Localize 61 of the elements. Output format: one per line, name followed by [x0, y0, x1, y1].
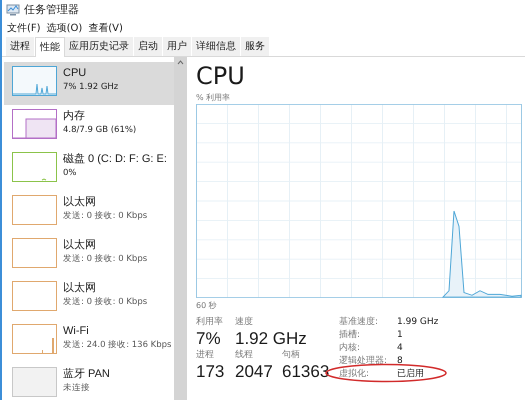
time-label: 60 秒 — [196, 300, 217, 312]
detail-label: 逻辑处理器: — [339, 355, 388, 368]
scroll-up-icon[interactable] — [177, 60, 184, 65]
app-icon — [6, 4, 20, 16]
sidebar-item[interactable]: 以太网 发送: 0 接收: 0 Kbps — [4, 191, 174, 234]
item-title: CPU — [63, 66, 86, 81]
stat-label: 线程 — [235, 349, 253, 361]
scrollbar[interactable] — [174, 57, 187, 400]
panel-title: CPU — [196, 62, 245, 90]
item-title: 蓝牙 PAN — [63, 367, 110, 382]
item-title: 以太网 — [63, 238, 96, 253]
sidebar-item[interactable]: Wi-Fi 发送: 24.0 接收: 136 Kbps — [4, 320, 174, 363]
stat-label: 利用率 — [196, 316, 223, 328]
sidebar-item[interactable]: 以太网 发送: 0 接收: 0 Kbps — [4, 277, 174, 320]
item-detail: 7% 1.92 GHz — [63, 81, 118, 93]
item-title: 以太网 — [63, 195, 96, 210]
item-title: 内存 — [63, 109, 85, 124]
stat-value: 61363 — [282, 361, 330, 382]
sidebar-item[interactable]: 蓝牙 PAN 未连接 — [4, 363, 174, 400]
detail-value: 8 — [397, 355, 404, 368]
detail-label: 虚拟化: — [339, 368, 370, 381]
item-detail: 发送: 24.0 接收: 136 Kbps — [63, 339, 172, 351]
item-title: Wi-Fi — [63, 324, 89, 339]
stat-label: 句柄 — [282, 349, 300, 361]
tab[interactable]: 启动 — [134, 37, 163, 56]
item-detail: 发送: 0 接收: 0 Kbps — [63, 296, 148, 308]
window-title: 任务管理器 — [24, 2, 79, 18]
item-detail: 未连接 — [63, 382, 90, 394]
tab[interactable]: 进程 — [6, 37, 35, 56]
stat-value: 1.92 GHz — [235, 328, 307, 349]
tab[interactable]: 性能 — [35, 37, 65, 57]
menu-item[interactable]: 选项(O) — [46, 20, 84, 36]
tab[interactable]: 详细信息 — [192, 37, 241, 56]
detail-label: 插槽: — [339, 329, 362, 342]
stat-value: 173 — [196, 361, 224, 382]
item-title: 磁盘 0 (C: D: F: G: E: — [63, 152, 167, 167]
item-detail: 发送: 0 接收: 0 Kbps — [63, 210, 148, 222]
detail-value: 1 — [397, 329, 404, 342]
tab[interactable]: 应用历史记录 — [65, 37, 134, 56]
menu-item[interactable]: 查看(V) — [87, 20, 124, 36]
sidebar-item[interactable]: 磁盘 0 (C: D: F: G: E: 0% — [4, 148, 174, 191]
item-detail: 0% — [63, 167, 76, 179]
item-detail: 发送: 0 接收: 0 Kbps — [63, 253, 148, 265]
menu-item[interactable]: 文件(F) — [6, 20, 42, 36]
item-title: 以太网 — [63, 281, 96, 296]
stat-value: 7% — [196, 328, 221, 349]
detail-value: 1.99 GHz — [397, 316, 440, 329]
tab[interactable]: 服务 — [241, 37, 270, 56]
detail-value: 4 — [397, 342, 404, 355]
tab[interactable]: 用户 — [163, 37, 192, 56]
sidebar-item[interactable]: 以太网 发送: 0 接收: 0 Kbps — [4, 234, 174, 277]
detail-label: 内核: — [339, 342, 362, 355]
item-detail: 4.8/7.9 GB (61%) — [63, 124, 136, 136]
detail-value: 已启用 — [397, 368, 425, 381]
sidebar-item[interactable]: 内存 4.8/7.9 GB (61%) — [4, 105, 174, 148]
sidebar-item[interactable]: CPU 7% 1.92 GHz — [4, 62, 174, 105]
detail-label: 基准速度: — [339, 316, 380, 329]
chart-label: % 利用率 — [196, 92, 230, 104]
stat-value: 2047 — [235, 361, 273, 382]
stat-label: 进程 — [196, 349, 214, 361]
stat-label: 速度 — [235, 316, 253, 328]
